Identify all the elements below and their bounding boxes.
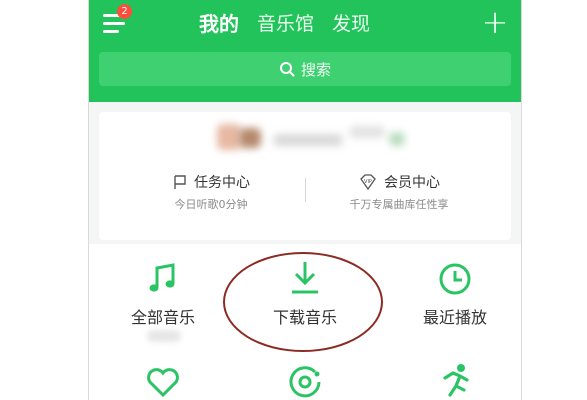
grid-item-all-music[interactable]: 全部音乐 — [103, 258, 223, 342]
card-divider — [305, 178, 306, 202]
svg-text:VIP: VIP — [364, 179, 372, 185]
heart-icon — [147, 368, 179, 398]
search-placeholder: 搜索 — [300, 60, 331, 79]
profile-card: 任务中心 今日听歌0分钟 VIP 会员中心 千万专属曲库任性享 — [99, 112, 511, 240]
phone-screen: 2 我的 音乐馆 发现 + 搜索 任务中心 今日听歌0分钟 VIP 会员中心 千… — [88, 0, 522, 400]
grid-label-recent-play: 最近播放 — [422, 308, 487, 327]
task-center[interactable]: 任务中心 今日听歌0分钟 — [121, 170, 301, 212]
vip-center[interactable]: VIP 会员中心 千万专属曲库任性享 — [309, 170, 489, 212]
annotation-circle — [223, 252, 383, 352]
task-center-subtitle: 今日听歌0分钟 — [174, 198, 248, 211]
grid-item-running[interactable] — [395, 362, 515, 400]
blurred-count — [147, 330, 181, 342]
top-tabs: 我的 音乐馆 发现 — [199, 6, 370, 42]
add-button[interactable]: + — [481, 6, 509, 40]
flag-icon — [174, 175, 186, 189]
tab-music-hall[interactable]: 音乐馆 — [257, 6, 314, 42]
search-bar[interactable]: 搜索 — [99, 52, 511, 86]
task-center-title: 任务中心 — [194, 175, 250, 191]
grid-item-favorites[interactable] — [103, 362, 223, 400]
menu-icon-line — [103, 22, 125, 25]
grid-label-all-music: 全部音乐 — [130, 308, 195, 327]
music-note-icon — [149, 263, 175, 292]
vip-center-subtitle: 千万专属曲库任性享 — [349, 198, 449, 211]
grid-item-recent-play[interactable]: 最近播放 — [395, 258, 515, 328]
disc-icon — [289, 366, 321, 398]
tab-discover[interactable]: 发现 — [332, 6, 370, 42]
clock-icon — [439, 263, 471, 295]
search-icon — [279, 62, 295, 77]
grid-item-disc[interactable] — [245, 362, 365, 400]
card-actions: 任务中心 今日听歌0分钟 VIP 会员中心 千万专属曲库任性享 — [99, 170, 511, 230]
top-header: 2 我的 音乐馆 发现 + 搜索 — [89, 0, 521, 102]
vip-center-title: 会员中心 — [384, 175, 440, 191]
vip-diamond-icon: VIP — [360, 174, 376, 190]
notification-badge: 2 — [117, 4, 132, 19]
running-icon — [443, 364, 469, 397]
blurred-user-info — [209, 118, 409, 158]
tab-mine[interactable]: 我的 — [199, 6, 239, 42]
menu-icon-line — [103, 30, 119, 33]
